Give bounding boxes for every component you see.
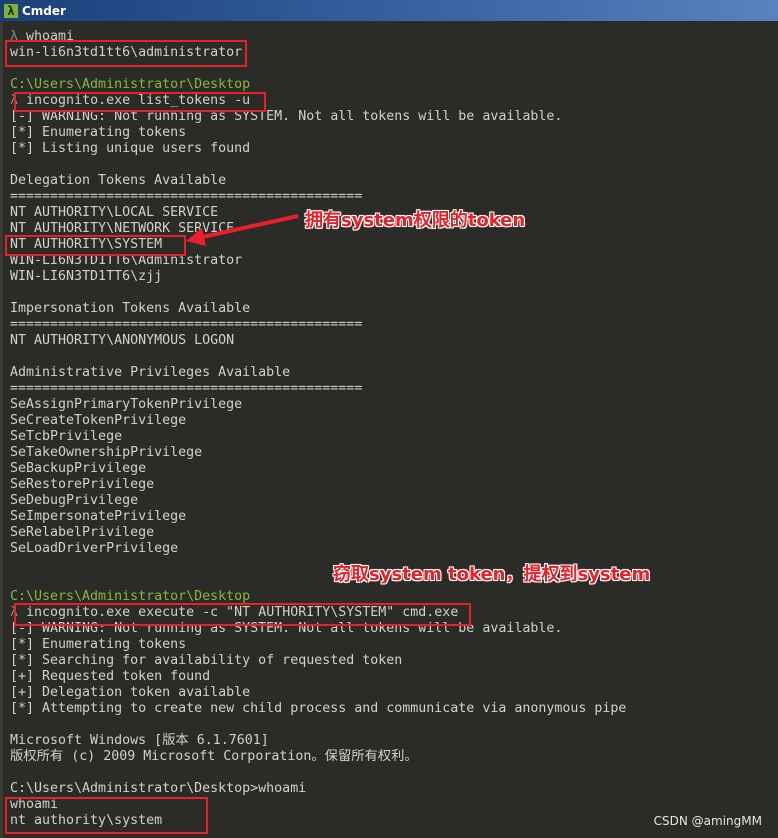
arrow-icon	[186, 214, 299, 246]
annotation-steal-token: 窃取system token，提权到system	[333, 564, 651, 585]
watermark: CSDN @amingMM	[653, 814, 762, 828]
annotation-system-token: 拥有system权限的token	[305, 210, 526, 231]
